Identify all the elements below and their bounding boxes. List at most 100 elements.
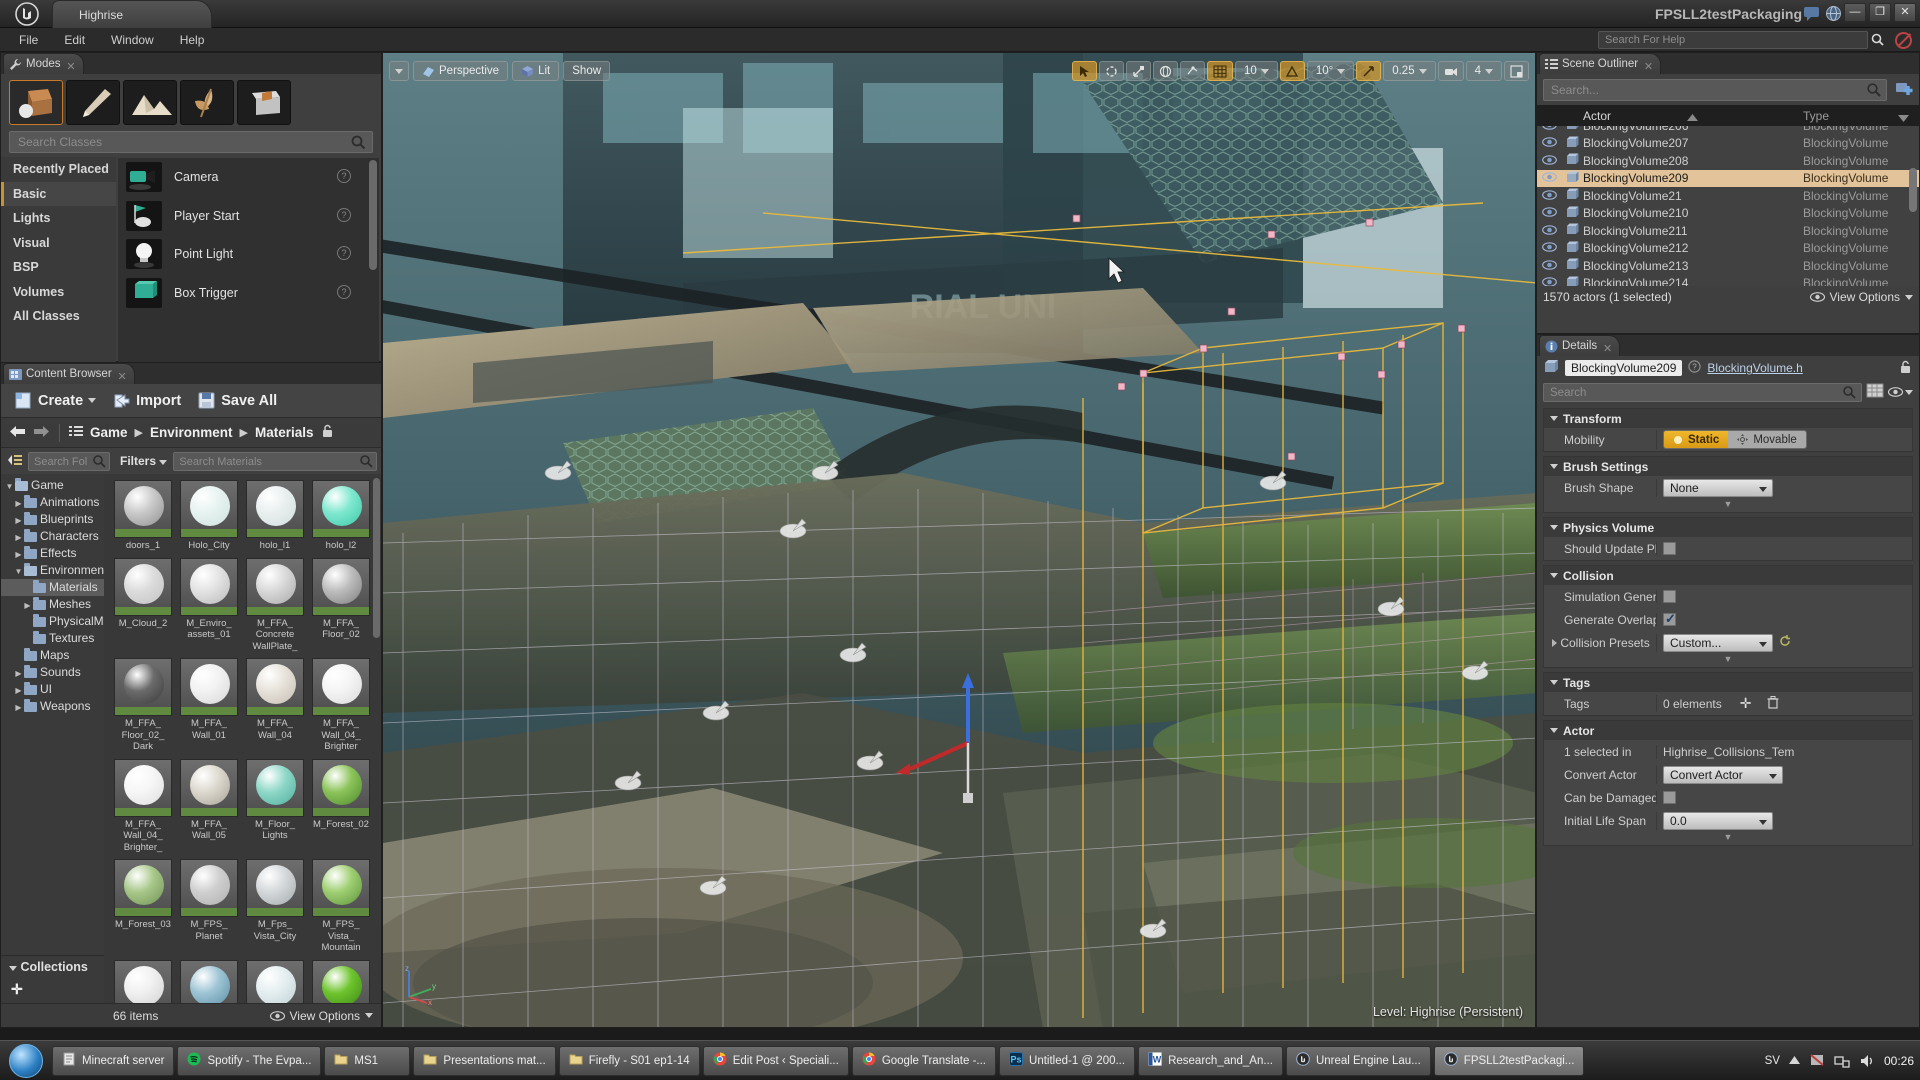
asset-tile[interactable]: M_​Forest_​02 bbox=[312, 758, 370, 854]
maximize-button[interactable]: ❐ bbox=[1869, 3, 1891, 22]
close-button[interactable]: ✕ bbox=[1894, 3, 1916, 22]
should-update-checkbox[interactable] bbox=[1663, 542, 1676, 555]
folder-node[interactable]: ▶ Effects bbox=[1, 545, 104, 562]
language-indicator[interactable]: SV bbox=[1765, 1055, 1780, 1067]
taskbar-item[interactable]: Ps Untitled-1 @ 200... bbox=[999, 1045, 1136, 1076]
coordinate-system-button[interactable] bbox=[1153, 61, 1179, 81]
nav-forward-icon[interactable] bbox=[33, 425, 50, 441]
asset-search-input[interactable]: Search Materials bbox=[173, 451, 377, 471]
asset-tile[interactable]: M_​FFA_​Wall_​04_​Brighter_ bbox=[114, 758, 172, 854]
overlap-checkbox[interactable] bbox=[1663, 611, 1676, 627]
path-list-icon[interactable] bbox=[69, 425, 83, 441]
collections-header[interactable]: Collections ✛ bbox=[1, 956, 104, 997]
outliner-search-input[interactable]: Search... bbox=[1543, 79, 1887, 101]
outliner-row[interactable]: BlockingVolume208 BlockingVolume bbox=[1537, 152, 1919, 170]
asset-tile[interactable]: M_​FFA_​Concrete WallPlate_ bbox=[246, 557, 304, 653]
angle-snap-toggle[interactable] bbox=[1279, 61, 1305, 81]
network-icon[interactable] bbox=[1834, 1053, 1850, 1069]
outliner-row[interactable]: BlockingVolume214 BlockingVolume bbox=[1537, 275, 1919, 286]
actor-expand-arrow[interactable]: ▼ bbox=[1544, 832, 1912, 845]
asset-tile[interactable]: M_​FFA_​Floor_​02_​Dark bbox=[114, 658, 172, 753]
tree-toggle-icon[interactable] bbox=[7, 453, 22, 470]
help-icon[interactable]: ? bbox=[337, 284, 351, 299]
chevron-right-icon[interactable] bbox=[1552, 638, 1557, 647]
details-object-name[interactable]: BlockingVolume209 bbox=[1565, 360, 1683, 376]
viewport-options-button[interactable] bbox=[389, 61, 409, 81]
volume-icon[interactable] bbox=[1859, 1053, 1875, 1069]
asset-tile[interactable]: M_​FPS_​Vista_​Mountain bbox=[312, 859, 370, 954]
taskbar-item[interactable]: MS1 bbox=[324, 1045, 411, 1076]
angle-snap-value[interactable]: 10° bbox=[1306, 61, 1355, 81]
filter-icon[interactable] bbox=[1898, 111, 1909, 125]
add-actor-icon[interactable] bbox=[1895, 80, 1913, 100]
scale-tool-button[interactable] bbox=[1126, 61, 1152, 81]
chevron-right-icon[interactable]: ▶ bbox=[13, 512, 24, 529]
help-icon[interactable]: ? bbox=[337, 169, 351, 183]
outliner-row[interactable]: BlockingVolume21 BlockingVolume bbox=[1537, 187, 1919, 205]
add-collection-icon[interactable]: ✛ bbox=[11, 981, 23, 997]
mode-foliage-button[interactable] bbox=[180, 80, 234, 125]
visibility-eye-icon[interactable] bbox=[1537, 259, 1561, 273]
lock-icon[interactable] bbox=[1899, 359, 1913, 377]
maximize-viewport-button[interactable] bbox=[1504, 61, 1529, 81]
start-button[interactable] bbox=[0, 1042, 52, 1080]
asset-tile[interactable]: M_​Floor_​Lights bbox=[246, 758, 304, 854]
sim-gen-checkbox[interactable] bbox=[1663, 590, 1676, 603]
visibility-eye-icon[interactable] bbox=[1537, 171, 1561, 185]
taskbar-item[interactable]: Spotify - The Evpa... bbox=[177, 1045, 322, 1076]
chevron-right-icon[interactable]: ▶ bbox=[13, 546, 24, 563]
asset-tile[interactable]: doors_​1 bbox=[114, 480, 172, 552]
placeable-camera[interactable]: Camera ? bbox=[118, 158, 379, 197]
feedback-icon[interactable] bbox=[1803, 5, 1820, 22]
rotate-tool-button[interactable] bbox=[1099, 61, 1125, 81]
grid-snap-value[interactable]: 10 bbox=[1235, 61, 1278, 81]
can-be-damaged-checkbox[interactable] bbox=[1663, 791, 1676, 804]
section-physics-header[interactable]: Physics Volume bbox=[1544, 518, 1912, 537]
details-source-file-link[interactable]: BlockingVolume.h bbox=[1707, 361, 1802, 375]
view-mode-lit-button[interactable]: Lit bbox=[512, 61, 560, 81]
chevron-down-icon[interactable]: ▼ bbox=[13, 563, 24, 580]
breadcrumb-environment[interactable]: Environment bbox=[150, 425, 233, 440]
visibility-eye-icon[interactable] bbox=[1537, 189, 1561, 203]
outliner-row[interactable]: BlockingVolume210 BlockingVolume bbox=[1537, 205, 1919, 223]
visibility-eye-icon[interactable] bbox=[1537, 136, 1561, 150]
lock-icon[interactable] bbox=[321, 424, 334, 441]
asset-tile[interactable]: holo_​l1 bbox=[246, 480, 304, 552]
visibility-eye-icon[interactable] bbox=[1537, 224, 1561, 238]
brush-expand-arrow[interactable]: ▼ bbox=[1544, 499, 1912, 512]
mode-landscape-button[interactable] bbox=[123, 80, 177, 125]
mode-geometry-button[interactable] bbox=[237, 80, 291, 125]
chevron-right-icon[interactable]: ▶ bbox=[13, 529, 24, 546]
mode-paint-button[interactable] bbox=[66, 80, 120, 125]
delete-tags-icon[interactable] bbox=[1767, 695, 1779, 712]
outliner-scrollbar[interactable] bbox=[1909, 168, 1917, 212]
category-recently-placed[interactable]: Recently Placed bbox=[1, 157, 116, 182]
view-mode-perspective-button[interactable]: Perspective bbox=[413, 61, 509, 81]
taskbar-item[interactable]: FPSLL2testPackagi... bbox=[1433, 1045, 1585, 1076]
mobility-movable-option[interactable]: Movable bbox=[1728, 431, 1806, 448]
asset-tile[interactable]: M_​Cloud_​2 bbox=[114, 557, 172, 653]
viewport-3d-scene[interactable]: RIAL UNI bbox=[383, 53, 1535, 1027]
initial-life-span-input[interactable]: 0.0 bbox=[1663, 811, 1773, 830]
outliner-row[interactable]: BlockingVolume206BlockingVolume bbox=[1537, 126, 1919, 135]
category-volumes[interactable]: Volumes bbox=[1, 280, 116, 305]
outliner-row[interactable]: BlockingVolume213 BlockingVolume bbox=[1537, 257, 1919, 275]
project-tab[interactable]: Highrise bbox=[52, 0, 212, 28]
folder-node[interactable]: Materials bbox=[1, 579, 104, 596]
tab-modes[interactable]: Modes ✕ bbox=[3, 53, 84, 74]
asset-tile[interactable]: holo_​l2 bbox=[312, 480, 370, 552]
outliner-row[interactable]: BlockingVolume211 BlockingVolume bbox=[1537, 222, 1919, 240]
asset-tile[interactable]: Holo_​City bbox=[180, 480, 238, 552]
scale-snap-toggle[interactable] bbox=[1356, 61, 1382, 81]
reset-icon[interactable] bbox=[1779, 635, 1791, 650]
folder-node[interactable]: ▶ Meshes bbox=[1, 596, 104, 613]
surface-snap-button[interactable] bbox=[1180, 61, 1206, 81]
help-icon[interactable]: ? bbox=[1688, 360, 1702, 376]
folder-node[interactable]: Textures bbox=[1, 630, 104, 647]
add-tag-icon[interactable]: ✛ bbox=[1740, 695, 1752, 712]
convert-actor-combo[interactable]: Convert Actor bbox=[1663, 765, 1783, 784]
details-search-input[interactable]: Search bbox=[1543, 382, 1862, 402]
section-actor-header[interactable]: Actor bbox=[1544, 721, 1912, 740]
chevron-right-icon[interactable]: ▶ bbox=[13, 665, 24, 682]
camera-speed-value[interactable]: 4 bbox=[1465, 61, 1502, 81]
